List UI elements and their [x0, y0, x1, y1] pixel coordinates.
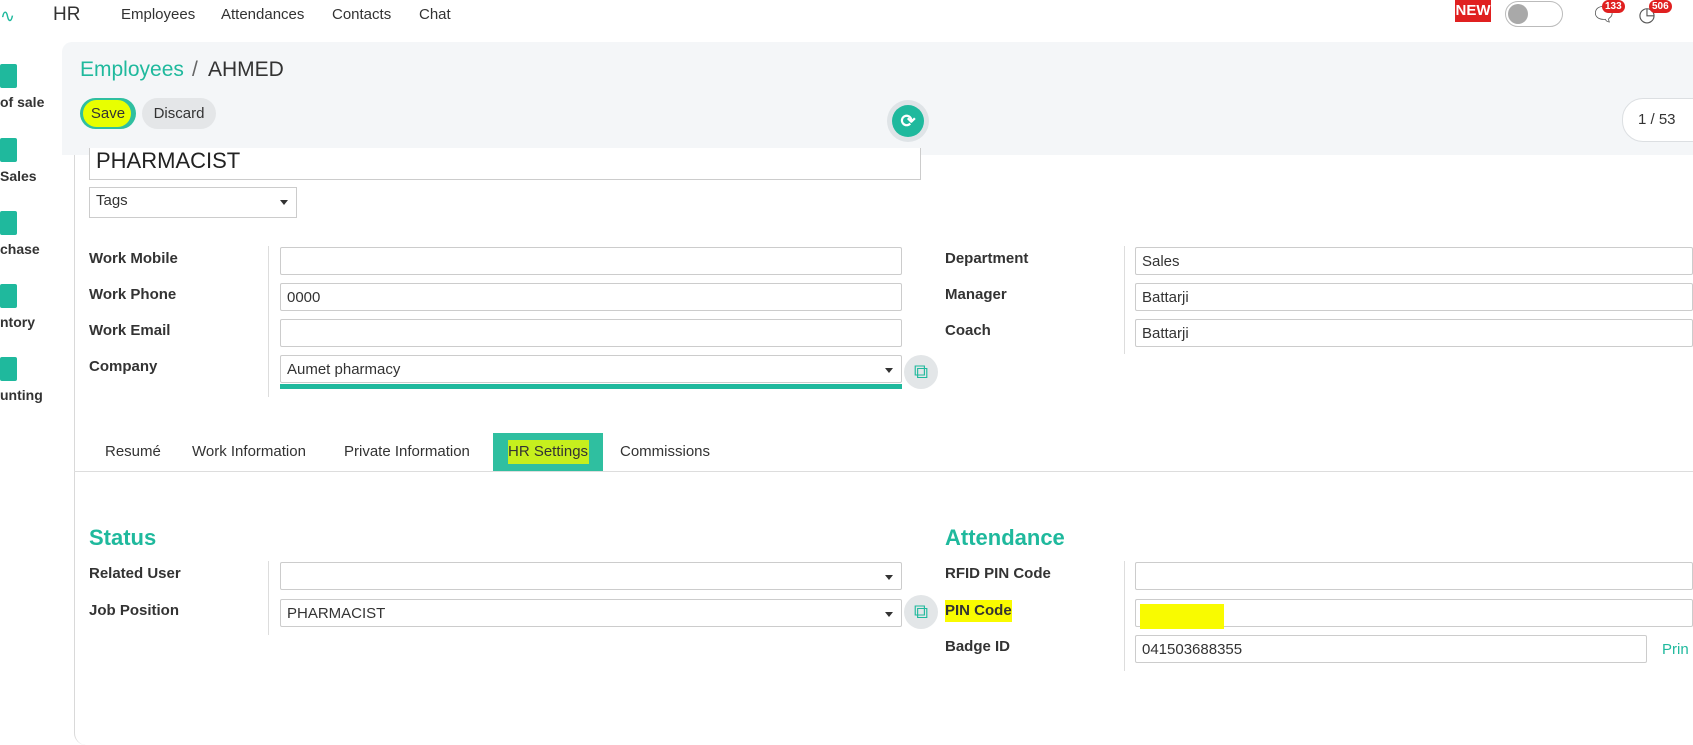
tags-select[interactable]: Tags — [89, 187, 297, 218]
inventory-icon — [0, 284, 17, 308]
sidebar-app-label: chase — [0, 241, 40, 257]
tab-work-information[interactable]: Work Information — [177, 433, 321, 471]
rfid-pin-field[interactable] — [1135, 562, 1693, 590]
work-email-label: Work Email — [89, 322, 171, 339]
breadcrumb-current: AHMED — [208, 58, 284, 81]
work-mobile-label: Work Mobile — [89, 250, 178, 267]
work-email-field[interactable] — [280, 319, 902, 347]
tab-hr-settings[interactable]: HR Settings — [493, 433, 604, 471]
related-user-label: Related User — [89, 565, 181, 582]
chevron-down-icon — [885, 612, 893, 617]
department-field[interactable]: Sales — [1135, 247, 1693, 275]
save-button[interactable]: Save — [80, 98, 136, 129]
new-badge[interactable]: NEW — [1455, 0, 1491, 22]
chevron-down-icon — [885, 575, 893, 580]
sidebar-app-label: of sale — [0, 94, 45, 110]
sidebar-app-sales[interactable]: Sales — [0, 138, 56, 198]
refresh-icon: ⟳ — [892, 105, 924, 137]
nav-attendances[interactable]: Attendances — [221, 6, 304, 23]
job-position-value: PHARMACIST — [287, 605, 386, 622]
job-position-label: Job Position — [89, 602, 179, 619]
apps-menu-icon[interactable]: ∿ — [0, 6, 15, 27]
purchase-icon — [0, 211, 17, 235]
work-phone-label: Work Phone — [89, 286, 177, 303]
column-divider — [268, 561, 269, 635]
pos-icon — [0, 64, 17, 88]
activities-counter: 506 — [1649, 0, 1672, 13]
sales-icon — [0, 138, 17, 162]
column-divider — [268, 246, 269, 397]
save-label: Save — [90, 105, 126, 122]
sidebar-app-label: ntory — [0, 314, 35, 330]
attendance-section-title: Attendance — [945, 525, 1065, 550]
badge-id-field[interactable]: 041503688355 — [1135, 635, 1647, 663]
company-value: Aumet pharmacy — [287, 361, 401, 378]
chevron-down-icon — [885, 368, 893, 373]
nav-chat[interactable]: Chat — [419, 6, 451, 23]
column-divider — [1124, 561, 1125, 671]
pin-code-label: PIN Code — [945, 602, 1012, 619]
pager-value[interactable]: 1 / 53 — [1622, 98, 1693, 142]
company-select[interactable]: Aumet pharmacy — [280, 355, 902, 383]
badge-id-label: Badge ID — [945, 638, 1011, 655]
chevron-down-icon — [280, 200, 288, 205]
tab-resume[interactable]: Resumé — [90, 433, 176, 471]
tabs-divider — [74, 471, 1693, 472]
department-label: Department — [945, 250, 1029, 267]
breadcrumb-separator: / — [192, 58, 198, 81]
open-job-position-external-icon[interactable]: ⧉ — [904, 595, 938, 629]
accounting-icon — [0, 357, 17, 381]
control-panel — [62, 42, 1693, 155]
messages-counter: 133 — [1602, 0, 1625, 13]
coach-field[interactable]: Battarji — [1135, 319, 1693, 347]
rfid-pin-label: RFID PIN Code — [945, 565, 1051, 582]
sidebar-app-inventory[interactable]: ntory — [0, 284, 56, 344]
mode-toggle[interactable] — [1505, 1, 1563, 27]
print-badge-link[interactable]: Prin — [1662, 641, 1689, 658]
column-divider — [1124, 246, 1125, 354]
tab-label: HR Settings — [508, 443, 589, 460]
sidebar-app-label: Sales — [0, 168, 37, 184]
company-label: Company — [89, 358, 158, 375]
sidebar-app-accounting[interactable]: unting — [0, 357, 56, 417]
tab-private-information[interactable]: Private Information — [329, 433, 485, 471]
toggle-knob — [1508, 4, 1528, 24]
sidebar-app-purchase[interactable]: chase — [0, 211, 56, 271]
manager-field[interactable]: Battarji — [1135, 283, 1693, 311]
work-mobile-field[interactable] — [280, 247, 902, 275]
job-position-select[interactable]: PHARMACIST — [280, 599, 902, 627]
coach-label: Coach — [945, 322, 991, 339]
pin-field-highlight — [1140, 604, 1224, 629]
discard-button[interactable]: Discard — [142, 98, 216, 129]
tags-placeholder: Tags — [96, 192, 128, 209]
refresh-button[interactable]: ⟳ — [887, 100, 929, 142]
tab-commissions[interactable]: Commissions — [605, 433, 725, 471]
sidebar-app-point-of-sale[interactable]: of sale — [0, 64, 56, 124]
work-phone-field[interactable]: 0000 — [280, 283, 902, 311]
sidebar-app-label: unting — [0, 387, 43, 403]
app-title: HR — [53, 4, 81, 25]
nav-employees[interactable]: Employees — [121, 6, 195, 23]
related-user-select[interactable] — [280, 562, 902, 590]
company-focus-underline — [280, 384, 902, 389]
breadcrumb-employees[interactable]: Employees — [80, 58, 184, 82]
open-company-external-icon[interactable]: ⧉ — [904, 355, 938, 389]
manager-label: Manager — [945, 286, 1007, 303]
status-section-title: Status — [89, 525, 157, 550]
job-title-input[interactable]: PHARMACIST — [89, 148, 921, 180]
nav-contacts[interactable]: Contacts — [332, 6, 391, 23]
